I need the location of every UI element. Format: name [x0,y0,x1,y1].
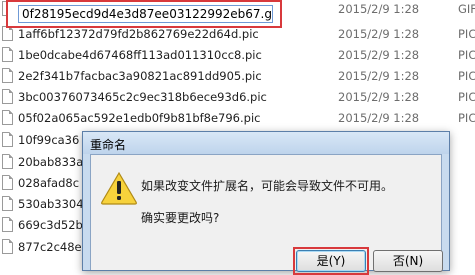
file-icon [2,239,13,254]
file-name: 2e2f341b7facbac3a90821ac891dd905.pic [18,69,262,83]
file-date: 2015/2/9 1:28 [338,90,420,104]
file-name: 669c3d52b [18,218,83,232]
dialog-titlebar[interactable]: 重命名 [83,132,449,154]
rename-dialog: 重命名 如果改变文件扩展名，可能会导致文件不可用。 确实要更改吗? 是(Y) 否… [82,131,450,275]
file-icon [2,68,13,83]
file-icon [2,47,13,62]
file-row[interactable]: 1be0dcabe4d67468ff113ad011310cc8.pic 201… [0,45,475,65]
file-row[interactable]: 2e2f341b7facbac3a90821ac891dd905.pic 201… [0,66,475,86]
file-date: 2015/2/9 1:28 [338,2,420,16]
file-icon [2,26,13,41]
file-name: 877c2c48e [18,240,82,254]
file-name: 1aff6bf12372d79fd2b862769e22d64d.pic [18,27,259,41]
file-date: 2015/2/9 1:28 [338,111,420,125]
file-name: 028afad8c [18,176,80,190]
file-icon [2,196,13,211]
warning-icon [101,171,137,205]
dialog-body: 如果改变文件扩展名，可能会导致文件不可用。 确实要更改吗? 是(Y) 否(N) [90,154,443,275]
file-name: 20bab833a [18,155,84,169]
file-icon [2,110,13,125]
file-date: 2015/2/9 1:28 [338,48,420,62]
file-name: 05f02a065ac592e1edb0f9b81bf8e796.pic [18,111,261,125]
file-type: PIC [458,111,475,125]
file-type: GIF [458,2,475,16]
file-date: 2015/2/9 1:28 [338,69,420,83]
file-type: PIC [458,90,475,104]
file-row[interactable]: 05f02a065ac592e1edb0f9b81bf8e796.pic 201… [0,108,475,128]
file-date: 2015/2/9 1:28 [338,27,420,41]
file-type: PIC [458,48,475,62]
dialog-title: 重命名 [90,138,127,152]
file-icon [2,217,13,232]
file-row[interactable]: 3bc00376073465c2c9ec318b6ece93d6.pic 201… [0,87,475,107]
file-icon [2,175,13,190]
file-name: 1be0dcabe4d67468ff113ad011310cc8.pic [18,48,262,62]
file-name: 3bc00376073465c2c9ec318b6ece93d6.pic [18,90,267,104]
no-button[interactable]: 否(N) [373,250,443,272]
dialog-message: 如果改变文件扩展名，可能会导致文件不可用。 [141,179,394,193]
rename-highlight: 0f28195ecd9d4e3d87ee03122992eb67.gif [6,0,282,28]
file-name: 10f99ca36 [18,133,80,147]
file-type: PIC [458,69,475,83]
rename-input[interactable]: 0f28195ecd9d4e3d87ee03122992eb67.gif [18,5,273,23]
yes-button-highlight [293,247,369,275]
file-name: 530ab3304 [18,197,84,211]
file-icon [2,154,13,169]
file-icon [2,132,13,147]
file-icon [2,89,13,104]
dialog-question: 确实要更改吗? [141,211,220,225]
file-type: PIC [458,27,475,41]
